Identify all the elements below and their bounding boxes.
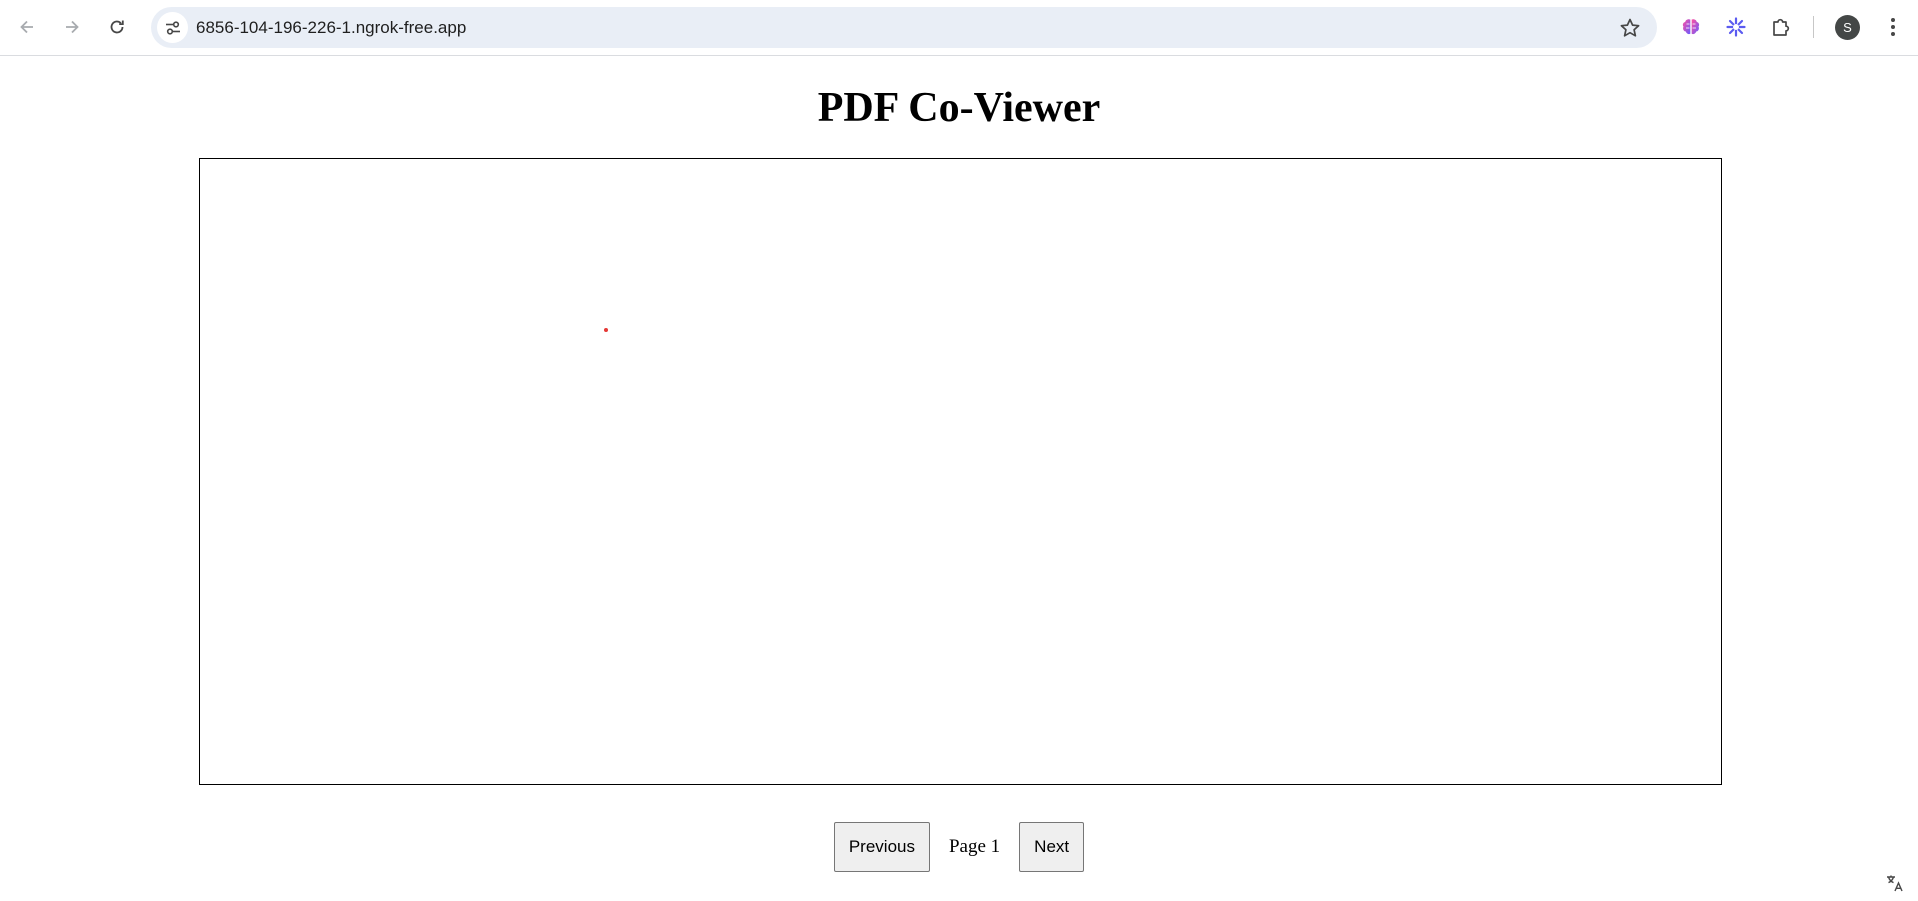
tune-icon [165,20,180,35]
site-info-button[interactable] [157,12,188,43]
kebab-menu-icon [1891,18,1895,36]
extension-brain-button[interactable] [1675,11,1707,43]
profile-avatar[interactable]: S [1835,15,1860,40]
remote-cursor-dot [604,328,608,332]
previous-button[interactable]: Previous [833,822,930,872]
reload-icon [110,20,124,34]
bookmark-button[interactable] [1617,15,1643,41]
translate-button[interactable] [1878,868,1912,898]
address-bar[interactable]: 6856-104-196-226-1.ngrok-free.app [151,7,1657,48]
forward-button[interactable] [54,9,90,45]
pdf-canvas[interactable] [199,158,1722,785]
extension-sparkle-button[interactable] [1720,11,1752,43]
page-title: PDF Co-Viewer [817,85,1101,131]
arrow-right-icon [66,20,79,34]
puzzle-icon [1773,18,1790,36]
arrow-left-icon [20,20,33,34]
brain-icon [1682,19,1700,35]
back-button[interactable] [9,9,45,45]
reload-button[interactable] [99,9,135,45]
browser-menu-button[interactable] [1880,12,1906,42]
page-number: Page 1 [948,836,1001,857]
page-navigation: Previous Page 1 Next [0,822,1918,872]
next-button[interactable]: Next [1019,822,1085,872]
browser-toolbar: 6856-104-196-226-1.ngrok-free.app S [0,0,1918,56]
toolbar-divider [1813,16,1814,38]
star-icon [1620,18,1640,37]
sparkle-icon [1726,17,1746,37]
profile-initial: S [1843,20,1852,35]
url-text[interactable]: 6856-104-196-226-1.ngrok-free.app [196,7,466,48]
translate-icon [1887,875,1903,892]
extensions-button[interactable] [1765,11,1797,43]
